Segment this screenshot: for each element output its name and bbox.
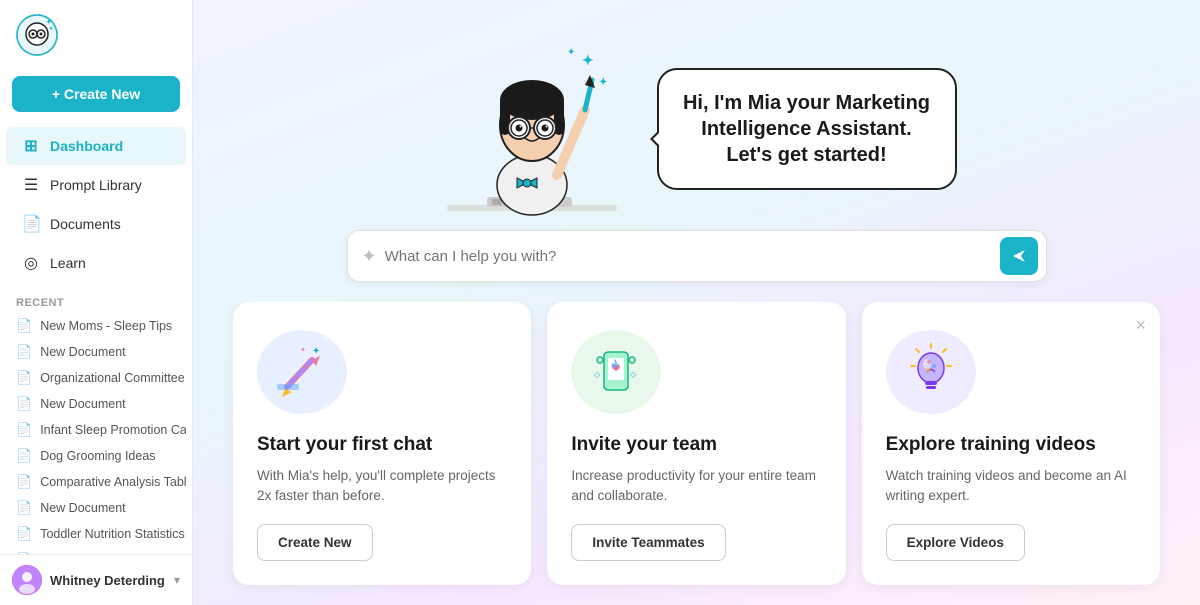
sidebar-item-documents[interactable]: 📄 Documents bbox=[6, 205, 186, 243]
sidebar-item-label: Dashboard bbox=[50, 138, 123, 154]
recent-list-item[interactable]: 📄 New Document bbox=[6, 495, 186, 521]
speech-bubble: Hi, I'm Mia your Marketing Intelligence … bbox=[657, 68, 957, 190]
close-icon[interactable]: × bbox=[1135, 316, 1146, 334]
recent-list-item[interactable]: 📄 Toddler Nutrition Statistics bbox=[6, 521, 186, 547]
sidebar: ✦ ✦ + Create New ⊞ Dashboard ☰ Prompt Li… bbox=[0, 0, 193, 605]
svg-text:✦: ✦ bbox=[582, 52, 594, 68]
logo-area: ✦ ✦ bbox=[0, 0, 192, 70]
main-content: ✦ ✦ ✦ Hi, I'm Mia your Marketing Intelli… bbox=[193, 0, 1200, 605]
mia-character: ✦ ✦ ✦ bbox=[437, 20, 637, 220]
recent-item-label: Infant Sleep Promotion Cam... bbox=[40, 423, 186, 437]
cards-area: ✦ ✦ Start your first chat With Mia's hel… bbox=[193, 302, 1200, 605]
document-icon: 📄 bbox=[16, 370, 32, 386]
recent-item-label: New Document bbox=[40, 397, 125, 411]
dashboard-icon: ⊞ bbox=[22, 136, 40, 156]
send-icon bbox=[1011, 248, 1027, 264]
card-1-button[interactable]: Create New bbox=[257, 524, 373, 561]
mia-svg: ✦ ✦ ✦ bbox=[437, 20, 627, 230]
card-3-desc: Watch training videos and become an AI w… bbox=[886, 466, 1136, 507]
sidebar-item-dashboard[interactable]: ⊞ Dashboard bbox=[6, 127, 186, 165]
svg-text:✦: ✦ bbox=[312, 346, 320, 357]
document-icon: 📄 bbox=[16, 500, 32, 516]
search-input[interactable] bbox=[385, 248, 1000, 265]
logo-icon: ✦ ✦ bbox=[16, 14, 58, 56]
document-icon: 📄 bbox=[16, 318, 32, 334]
team-icon: ◇ ◇ bbox=[586, 342, 646, 402]
sidebar-item-label: Prompt Library bbox=[50, 177, 142, 193]
sidebar-item-label: Learn bbox=[50, 255, 86, 271]
recent-list-item[interactable]: 📄 Infant Sleep Promotion Cam... bbox=[6, 417, 186, 443]
recent-list-item[interactable]: 📄 New Document bbox=[6, 391, 186, 417]
recent-list-item[interactable]: 📄 New Document bbox=[6, 339, 186, 365]
card-3-title: Explore training videos bbox=[886, 434, 1136, 456]
create-new-button[interactable]: + Create New bbox=[12, 76, 180, 112]
start-chat-card: ✦ ✦ Start your first chat With Mia's hel… bbox=[233, 302, 531, 585]
recent-list-item[interactable]: 📄 New Moms - Sleep Tips bbox=[6, 313, 186, 339]
recent-item-label: New Moms - Sleep Tips bbox=[40, 319, 172, 333]
card-3-button[interactable]: Explore Videos bbox=[886, 524, 1025, 561]
logo-svg: ✦ ✦ bbox=[16, 14, 58, 56]
svg-text:✦: ✦ bbox=[300, 346, 306, 354]
recent-item-label: Toddler Nutrition Statistics bbox=[40, 527, 185, 541]
recent-list-item[interactable]: 📄New Document bbox=[6, 547, 186, 554]
user-profile[interactable]: Whitney Deterding ▾ bbox=[0, 554, 192, 605]
svg-text:✦: ✦ bbox=[49, 26, 53, 32]
invite-team-card: ◇ ◇ Invite your team Increase productivi… bbox=[547, 302, 845, 585]
recent-item-label: New Document bbox=[40, 345, 125, 359]
chevron-down-icon: ▾ bbox=[174, 573, 180, 587]
svg-text:✦: ✦ bbox=[599, 77, 607, 88]
card-1-title: Start your first chat bbox=[257, 434, 507, 456]
recent-list-item[interactable]: 📄 Comparative Analysis Tables bbox=[6, 469, 186, 495]
search-submit-button[interactable] bbox=[1000, 237, 1038, 275]
recent-list: 📄New Moms - Sleep Tips📄New Document📄Orga… bbox=[0, 313, 192, 554]
document-icon: 📄 bbox=[16, 448, 32, 464]
chat-card-icon: ✦ ✦ bbox=[257, 330, 347, 414]
hero-section: ✦ ✦ ✦ Hi, I'm Mia your Marketing Intelli… bbox=[193, 0, 1200, 230]
team-card-icon: ◇ ◇ bbox=[571, 330, 661, 414]
learn-icon: ◎ bbox=[22, 253, 40, 273]
documents-icon: 📄 bbox=[22, 214, 40, 234]
avatar-image bbox=[12, 565, 42, 595]
recent-list-item[interactable]: 📄 Organizational Committee ... bbox=[6, 365, 186, 391]
search-area: ✦ bbox=[193, 230, 1200, 302]
recent-item-label: New Document bbox=[40, 501, 125, 515]
sidebar-item-label: Documents bbox=[50, 216, 121, 232]
card-2-desc: Increase productivity for your entire te… bbox=[571, 466, 821, 507]
recent-label: RECENT bbox=[0, 287, 192, 313]
document-icon: 📄 bbox=[16, 422, 32, 438]
svg-text:✦: ✦ bbox=[46, 18, 52, 26]
svg-text:◇: ◇ bbox=[594, 370, 601, 379]
pencil-icon: ✦ ✦ bbox=[272, 342, 332, 402]
card-2-title: Invite your team bbox=[571, 434, 821, 456]
lightbulb-icon bbox=[901, 342, 961, 402]
svg-text:✦: ✦ bbox=[567, 47, 575, 58]
document-icon: 📄 bbox=[16, 344, 32, 360]
sidebar-item-learn[interactable]: ◎ Learn bbox=[6, 244, 186, 282]
sidebar-nav: ⊞ Dashboard ☰ Prompt Library 📄 Documents… bbox=[0, 122, 192, 287]
recent-list-item[interactable]: 📄 Dog Grooming Ideas bbox=[6, 443, 186, 469]
card-2-button[interactable]: Invite Teammates bbox=[571, 524, 725, 561]
document-icon: 📄 bbox=[16, 396, 32, 412]
user-name: Whitney Deterding bbox=[50, 573, 166, 588]
sidebar-item-prompt-library[interactable]: ☰ Prompt Library bbox=[6, 166, 186, 204]
explore-videos-card: × bbox=[862, 302, 1160, 585]
document-icon: 📄 bbox=[16, 474, 32, 490]
document-icon: 📄 bbox=[16, 526, 32, 542]
recent-item-label: Organizational Committee ... bbox=[40, 371, 186, 385]
recent-item-label: Comparative Analysis Tables bbox=[40, 475, 186, 489]
card-1-desc: With Mia's help, you'll complete project… bbox=[257, 466, 507, 507]
speech-text: Hi, I'm Mia your Marketing Intelligence … bbox=[683, 90, 931, 168]
search-bar-container: ✦ bbox=[347, 230, 1047, 282]
svg-text:◇: ◇ bbox=[630, 370, 637, 379]
avatar bbox=[12, 565, 42, 595]
recent-item-label: Dog Grooming Ideas bbox=[40, 449, 155, 463]
wand-icon: ✦ bbox=[362, 246, 377, 267]
video-card-icon bbox=[886, 330, 976, 414]
prompt-library-icon: ☰ bbox=[22, 175, 40, 195]
